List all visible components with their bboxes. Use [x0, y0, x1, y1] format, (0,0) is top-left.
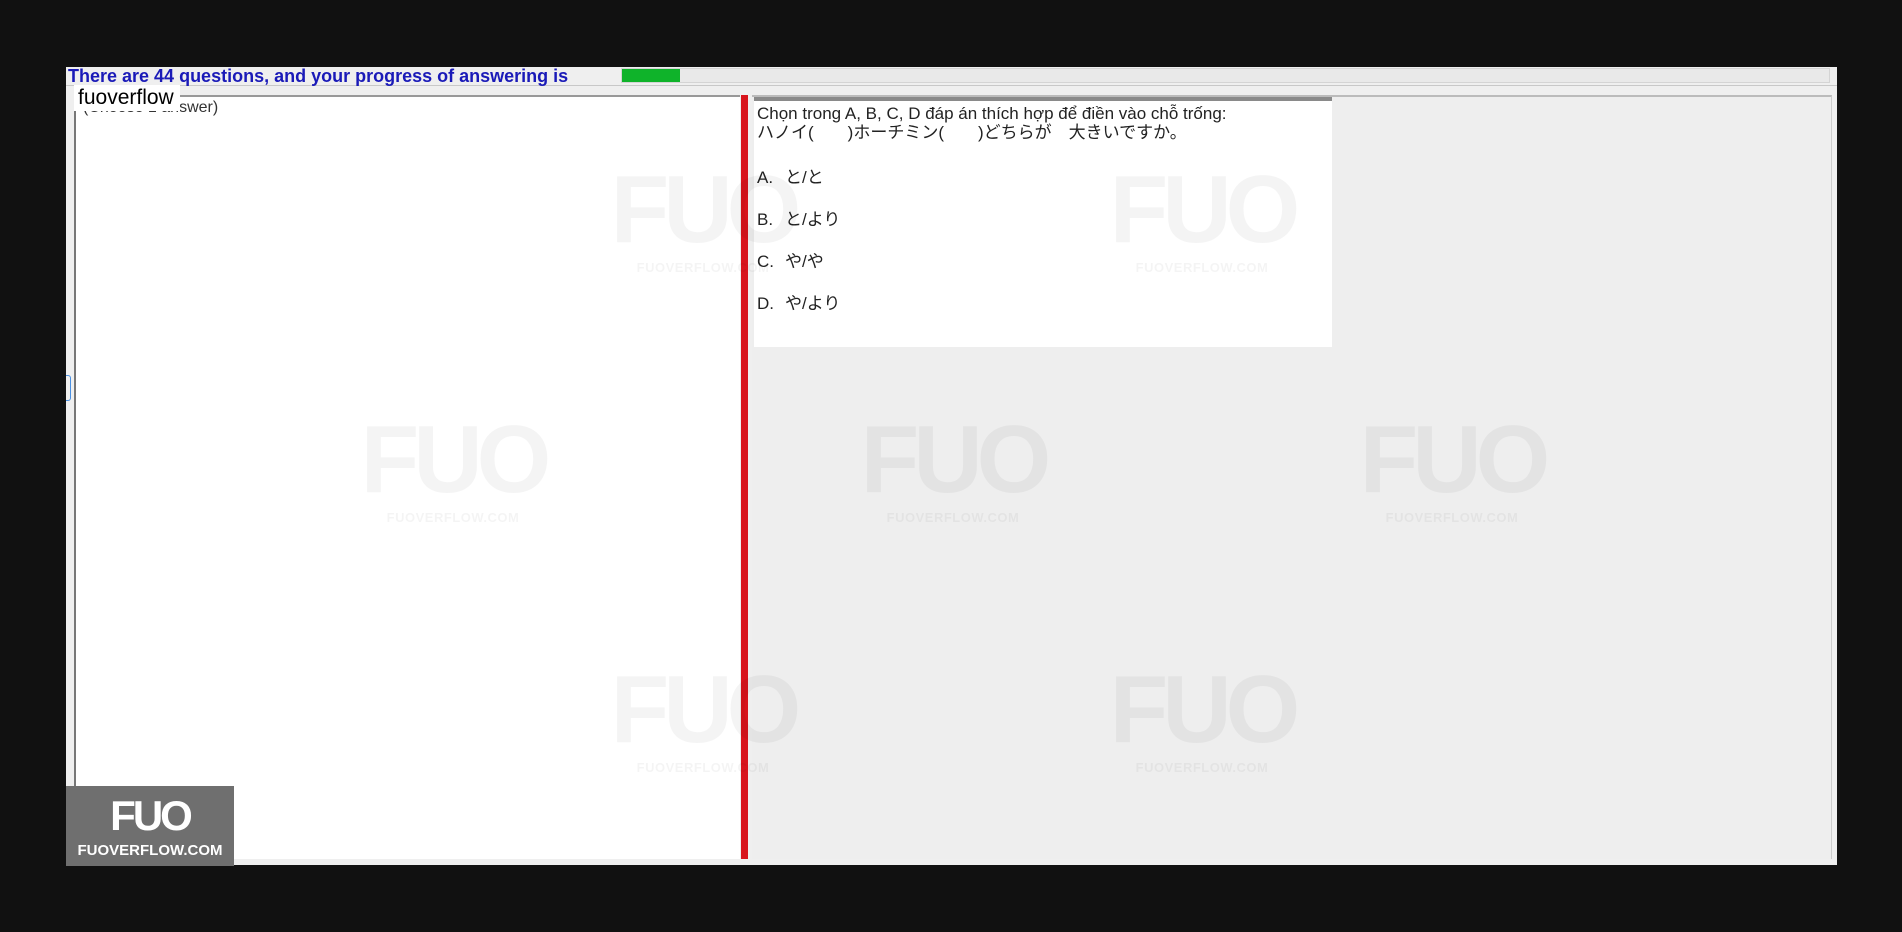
- option-letter: C.: [757, 252, 774, 271]
- exam-window: There are 44 questions, and your progres…: [66, 66, 1837, 865]
- option-letter: B.: [757, 210, 774, 229]
- answer-panel-legend: fuoverflow: [74, 85, 180, 111]
- question-box: Chọn trong A, B, C, D đáp án thích hợp đ…: [754, 97, 1332, 347]
- option-text: や/や: [785, 252, 824, 271]
- question-prompt: Chọn trong A, B, C, D đáp án thích hợp đ…: [757, 104, 1227, 123]
- logo-site: FUOVERFLOW.COM: [77, 842, 223, 859]
- option-text: と/より: [785, 210, 841, 229]
- fuoverflow-logo: FUO FUOVERFLOW.COM: [66, 786, 234, 866]
- option-text: や/より: [785, 294, 841, 313]
- panel-splitter[interactable]: [741, 95, 748, 859]
- progress-fill: [622, 69, 680, 82]
- option-c[interactable]: C. や/や: [757, 247, 824, 272]
- option-letter: D.: [757, 294, 774, 313]
- logo-mark: FUO: [110, 792, 193, 839]
- progress-track: [621, 68, 1830, 83]
- collapse-handle[interactable]: [66, 375, 71, 401]
- question-area: Chọn trong A, B, C, D đáp án thích hợp đ…: [752, 95, 1832, 859]
- progress-header: There are 44 questions, and your progres…: [66, 66, 1837, 86]
- question-sentence: ハノイ( )ホーチミン( )どちらが 大きいですか。: [757, 123, 1187, 142]
- option-d[interactable]: D. や/より: [757, 289, 840, 314]
- option-a[interactable]: A. と/と: [757, 163, 824, 188]
- option-b[interactable]: B. と/より: [757, 205, 840, 230]
- option-text: と/と: [785, 168, 824, 187]
- option-letter: A.: [757, 168, 774, 187]
- progress-label: There are 44 questions, and your progres…: [68, 66, 569, 86]
- answer-panel: (Choose 1 answer): [74, 95, 740, 859]
